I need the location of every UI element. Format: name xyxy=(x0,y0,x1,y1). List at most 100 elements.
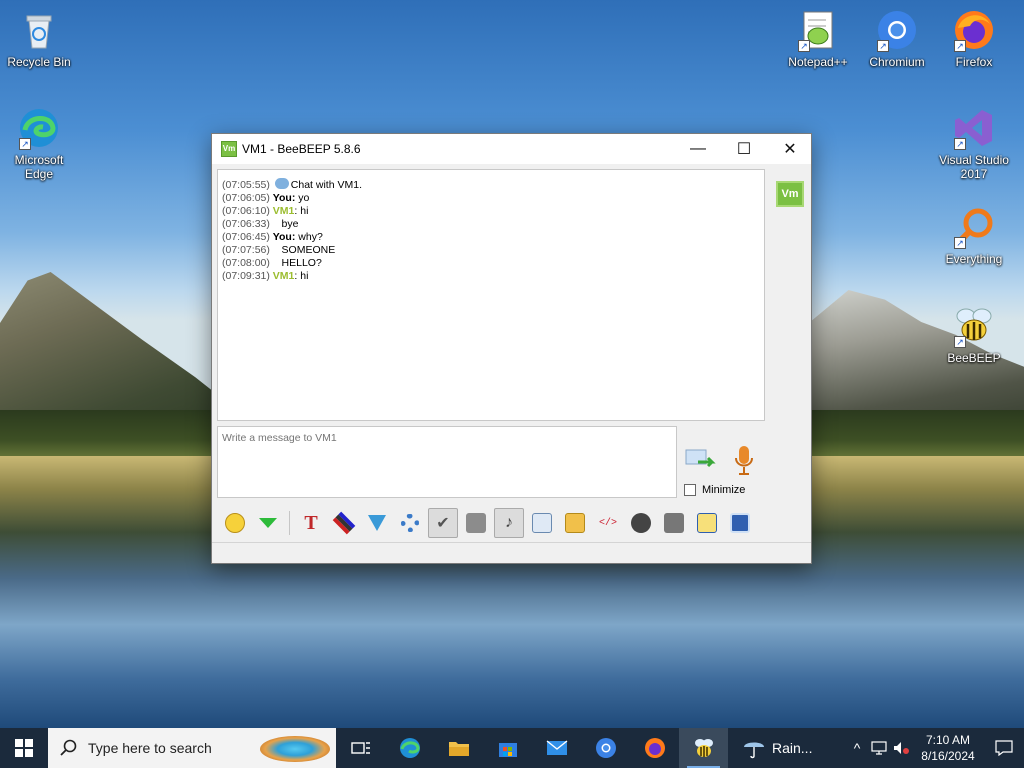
chat-log[interactable]: (07:05:55) Chat with VM1. (07:06:05) You… xyxy=(217,169,765,421)
send-folder-button[interactable] xyxy=(560,508,590,538)
chat-message: (07:06:45) You: why? xyxy=(222,231,323,243)
desktop-icon-firefox[interactable]: ↗ Firefox xyxy=(937,8,1011,69)
save-chat-button[interactable] xyxy=(725,508,755,538)
expand-button[interactable] xyxy=(253,508,283,538)
history-button[interactable] xyxy=(659,508,689,538)
start-button[interactable] xyxy=(0,728,48,768)
search-icon xyxy=(60,739,77,756)
taskbar-edge[interactable] xyxy=(385,728,434,768)
desktop-icon-notepadpp[interactable]: ↗ Notepad++ xyxy=(781,8,855,69)
screenshot-button[interactable] xyxy=(626,508,656,538)
taskbar-beebeep[interactable] xyxy=(679,728,728,768)
taskbar-store[interactable] xyxy=(483,728,532,768)
chat-bubble-icon xyxy=(274,178,289,189)
desktop-icon-everything[interactable]: ↗ Everything xyxy=(937,205,1011,266)
font-icon: T xyxy=(304,511,318,534)
message-input[interactable] xyxy=(217,426,677,498)
member-panel: Vm xyxy=(772,169,804,499)
weather-widget[interactable]: Rain... xyxy=(732,737,824,759)
folder-send-icon xyxy=(565,513,585,533)
edge-icon: ↗ xyxy=(17,106,61,150)
task-view-button[interactable] xyxy=(336,728,385,768)
folder-icon xyxy=(448,742,469,756)
chevron-up-icon: ^ xyxy=(853,740,861,756)
recycle-bin-icon xyxy=(17,8,61,52)
chromium-icon: ↗ xyxy=(875,8,919,52)
volume-button[interactable] xyxy=(890,741,912,755)
color-pencil-icon xyxy=(335,514,353,532)
clock[interactable]: 7:10 AM 8/16/2024 xyxy=(912,732,984,764)
chat-message: (07:06:05) You: yo xyxy=(222,192,310,204)
font-color-button[interactable] xyxy=(329,508,359,538)
chat-message: (07:09:31) VM1: hi xyxy=(222,270,309,282)
minimize-window-button[interactable]: — xyxy=(675,134,721,164)
minimize-label: Minimize xyxy=(702,484,746,496)
notification-icon xyxy=(995,740,1013,756)
smiley-icon xyxy=(225,513,245,533)
document-send-icon xyxy=(532,513,552,533)
store-icon xyxy=(498,743,517,757)
code-icon: </> xyxy=(598,517,617,529)
completer-button[interactable] xyxy=(461,508,491,538)
taskbar-chromium[interactable] xyxy=(581,728,630,768)
chat-message: (07:05:55) Chat with VM1. xyxy=(222,178,362,191)
desktop-icon-beebeep[interactable]: ↗ BeeBEEP xyxy=(937,304,1011,365)
beebeep-chat-window: Vm VM1 - BeeBEEP 5.8.6 — ☐ ✕ (07:05:55) … xyxy=(211,133,812,564)
taskbar-mail[interactable] xyxy=(532,728,581,768)
windows-logo-icon xyxy=(15,739,33,757)
show-hidden-icons-button[interactable]: ^ xyxy=(846,740,868,756)
search-highlight-image xyxy=(260,736,330,762)
status-bar xyxy=(212,542,811,563)
system-tray: ^ 7:10 AM 8/16/2024 xyxy=(846,728,1024,768)
checkmark-icon: ✔ xyxy=(436,515,450,532)
title-bar[interactable]: Vm VM1 - BeeBEEP 5.8.6 — ☐ ✕ xyxy=(212,134,811,164)
bee-icon: ↗ xyxy=(952,304,996,348)
taskbar-firefox[interactable] xyxy=(630,728,679,768)
chromium-icon xyxy=(595,738,616,758)
desktop-icon-edge[interactable]: ↗ Microsoft Edge xyxy=(2,106,76,181)
everything-label: Everything xyxy=(945,252,1003,266)
visual-studio-icon: ↗ xyxy=(952,106,996,150)
notepadpp-icon: ↗ xyxy=(796,8,840,52)
notepad-icon xyxy=(697,513,717,533)
desktop-icon-visual-studio[interactable]: ↗ Visual Studio 2017 xyxy=(937,106,1011,181)
mail-icon xyxy=(546,740,567,755)
gear-icon xyxy=(401,514,419,532)
desktop-icon-recycle-bin[interactable]: Recycle Bin xyxy=(2,8,76,69)
minimize-checkbox-box[interactable] xyxy=(684,484,696,496)
notes-button[interactable] xyxy=(692,508,722,538)
spell-check-button[interactable]: ✔ xyxy=(428,508,458,538)
taskbar-search-box[interactable]: Type here to search xyxy=(48,728,336,768)
weather-label: Rain... xyxy=(772,740,813,756)
network-button[interactable] xyxy=(868,741,890,755)
notifications-button[interactable] xyxy=(984,740,1024,756)
chat-message: (07:07:56) SOMEONE xyxy=(222,244,336,256)
text-completion-icon xyxy=(466,513,486,533)
emoticons-button[interactable] xyxy=(220,508,250,538)
send-document-button[interactable] xyxy=(527,508,557,538)
font-button[interactable]: T xyxy=(296,508,326,538)
taskbar-file-explorer[interactable] xyxy=(434,728,483,768)
chat-message: (07:06:10) VM1: hi xyxy=(222,205,309,217)
bee-icon xyxy=(694,739,713,757)
close-window-button[interactable]: ✕ xyxy=(767,134,813,164)
edge-icon xyxy=(399,738,420,758)
vm1-user-avatar[interactable]: Vm xyxy=(776,181,804,207)
visual-studio-label: Visual Studio 2017 xyxy=(939,153,1009,181)
html-button[interactable]: </> xyxy=(593,508,623,538)
edge-label: Microsoft Edge xyxy=(14,153,64,181)
desktop: Recycle Bin ↗ Microsoft Edge ↗ Notepad++… xyxy=(0,0,1024,728)
everything-icon: ↗ xyxy=(952,205,996,249)
send-file-icon[interactable] xyxy=(684,446,716,474)
beebeep-label: BeeBEEP xyxy=(947,351,1001,365)
minimize-checkbox[interactable]: Minimize xyxy=(684,484,745,496)
desktop-icon-chromium[interactable]: ↗ Chromium xyxy=(860,8,934,69)
umbrella-rain-icon xyxy=(744,742,764,759)
calendar-icon xyxy=(664,513,684,533)
settings-button[interactable] xyxy=(395,508,425,538)
filter-button[interactable] xyxy=(362,508,392,538)
firefox-icon: ↗ xyxy=(952,8,996,52)
microphone-icon[interactable] xyxy=(733,444,755,476)
sound-button[interactable]: ♪ xyxy=(494,508,524,538)
maximize-window-button[interactable]: ☐ xyxy=(721,134,767,164)
